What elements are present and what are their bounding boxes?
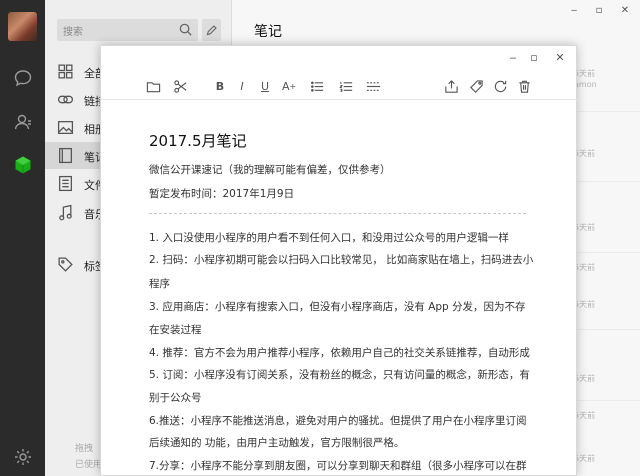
underline-icon[interactable]: U xyxy=(258,78,272,95)
notebook-icon xyxy=(57,147,74,164)
note-time: 5天前 xyxy=(574,223,596,232)
page-title: 笔记 xyxy=(254,24,282,40)
numbered-list-icon[interactable] xyxy=(339,78,354,95)
divider-line-icon[interactable] xyxy=(366,78,381,95)
note-line: 3. 应用商店：小程序有搜索入口，但没有小程序商店，没有 App 分发，因为不存 xyxy=(149,301,526,313)
nav-rail xyxy=(0,0,45,476)
font-size-icon[interactable]: A + xyxy=(282,78,296,95)
note-line: 4. 推荐：官方不会为用户推荐小程序，依赖用户自己的社交关系链推荐，自动形成 xyxy=(149,347,530,359)
compose-note-button[interactable] xyxy=(202,19,221,41)
favorites-cube-icon[interactable] xyxy=(12,154,33,175)
share-icon[interactable] xyxy=(444,78,459,95)
note-line: 5. 订阅：小程序没有订阅关系，没有粉丝的概念，只有访问量的概念，新形态，有 xyxy=(149,369,530,381)
tag-icon xyxy=(57,256,74,273)
minimize-icon[interactable]: ‒ xyxy=(568,5,580,17)
chat-icon[interactable] xyxy=(12,67,33,88)
note-line: 6.推送：小程序不能推送消息，避免对用户的骚扰。但提供了用户在小程序里订阅 xyxy=(149,415,527,427)
panel-footer-line2: 已使用 xyxy=(75,460,103,470)
close-icon[interactable]: ✕ xyxy=(554,52,566,64)
note-line: 2. 扫码：小程序初期可能会以扫码入口比较常见， 比如商家贴在墙上，扫码进去小 xyxy=(149,254,534,266)
bullet-list-icon[interactable] xyxy=(310,78,325,95)
note-line: 后续通知的 功能，由用户主动触发，官方限制很严格。 xyxy=(149,437,405,449)
grid-icon xyxy=(57,63,74,80)
panel-footer-line1: 拖拽 xyxy=(75,444,94,454)
note-time: 5天前 xyxy=(574,149,596,158)
link-icon xyxy=(57,91,74,108)
file-icon xyxy=(57,175,74,192)
pencil-icon xyxy=(206,24,217,35)
note-line: 别于公众号 xyxy=(149,392,202,404)
music-icon xyxy=(57,204,74,221)
trash-icon[interactable] xyxy=(517,78,532,95)
note-line: 7.分享：小程序不能分享到朋友圈，可以分享到聊天和群组（很多小程序可以在群 xyxy=(149,460,527,472)
maximize-icon[interactable]: ▫ xyxy=(593,5,605,17)
note-title[interactable]: 2017.5月笔记 xyxy=(149,130,247,151)
minimize-icon[interactable]: ‒ xyxy=(507,52,519,64)
note-time: 5天前 xyxy=(574,300,596,309)
maximize-icon[interactable]: ▫ xyxy=(528,52,540,64)
image-icon xyxy=(57,119,74,136)
editor-toolbar: B I U A + xyxy=(101,74,578,100)
search-input[interactable]: 搜索 xyxy=(57,19,198,41)
refresh-icon[interactable] xyxy=(493,78,508,95)
note-line: 程序 xyxy=(149,278,170,290)
bold-icon[interactable]: B xyxy=(213,78,227,95)
note-subtitle: 微信公开课速记（我的理解可能有偏差，仅供参考） xyxy=(149,164,391,176)
note-publish-date: 暂定发布时间：2017年1月9日 xyxy=(149,188,295,200)
cut-icon[interactable] xyxy=(173,78,188,95)
note-line: 1. 入口没使用小程序的用户看不到任何入口，和没用过公众号的用户逻辑一样 xyxy=(149,232,509,244)
note-time: 5天前 xyxy=(574,374,596,383)
note-time: 5天前 xyxy=(574,263,596,272)
search-placeholder: 搜索 xyxy=(63,27,83,38)
search-icon[interactable] xyxy=(178,22,193,37)
note-time: 5天前 xyxy=(574,411,596,420)
note-editor-window: ‒ ▫ ✕ B I U A + 2017.5月笔记 微信公开课速记（我的理解可能有… xyxy=(100,45,578,476)
italic-icon[interactable]: I xyxy=(235,78,249,95)
settings-gear-icon[interactable] xyxy=(12,446,33,467)
note-time: 5天前 xyxy=(574,454,596,463)
avatar[interactable] xyxy=(8,12,37,41)
tag-icon[interactable] xyxy=(469,78,484,95)
folder-icon[interactable] xyxy=(146,78,161,95)
note-line: 在安装过程 xyxy=(149,324,202,336)
dotted-divider xyxy=(149,213,526,214)
contacts-icon[interactable] xyxy=(12,111,33,132)
close-icon[interactable]: ✕ xyxy=(619,5,631,17)
